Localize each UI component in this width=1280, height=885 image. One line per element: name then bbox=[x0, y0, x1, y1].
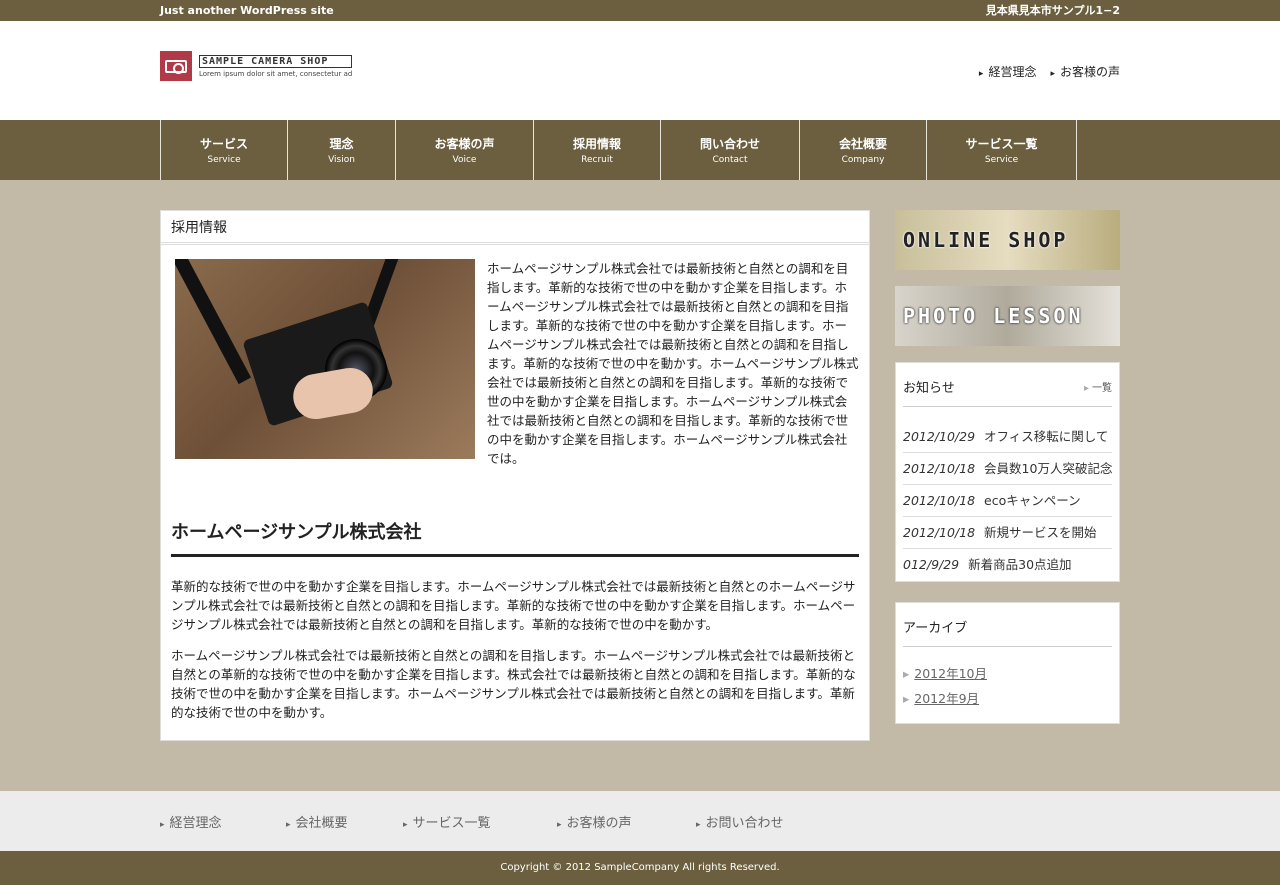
intro-text: ホームページサンプル株式会社では最新技術と自然との調和を目指します。革新的な技術… bbox=[487, 261, 859, 466]
logo-subtitle: Lorem ipsum dolor sit amet, consectetur … bbox=[199, 69, 353, 78]
news-title-text: オフィス移転に関して bbox=[984, 429, 1109, 444]
archive-title: アーカイブ bbox=[903, 621, 968, 636]
news-title-text: 新着商品30点追加 bbox=[968, 557, 1072, 572]
footer-link-company[interactable]: 会社概要 bbox=[286, 812, 403, 831]
nav-item-vision[interactable]: 理念 Vision bbox=[288, 120, 396, 180]
banner-label: ONLINE SHOP bbox=[903, 228, 1069, 252]
nav-label: サービス一覧 bbox=[965, 137, 1038, 151]
archive-link[interactable]: 2012年9月 bbox=[903, 686, 1112, 711]
news-item[interactable]: 2012/10/18 ecoキャンペーン bbox=[903, 485, 1112, 517]
nav-label: お客様の声 bbox=[434, 137, 495, 151]
banner-label: PHOTO LESSON bbox=[903, 304, 1084, 328]
news-date: 2012/10/18 bbox=[903, 461, 976, 476]
news-date: 2012/10/18 bbox=[903, 493, 976, 508]
copyright: Copyright © 2012 SampleCompany All right… bbox=[0, 851, 1280, 885]
photo-lesson-banner[interactable]: PHOTO LESSON bbox=[895, 286, 1120, 346]
site-logo[interactable]: SAMPLE CAMERA SHOP Lorem ipsum dolor sit… bbox=[160, 51, 353, 81]
section-title: ホームページサンプル株式会社 bbox=[171, 518, 859, 557]
nav-item-recruit[interactable]: 採用情報 Recruit bbox=[534, 120, 661, 180]
main-area: 採用情報 ホームページサンプル株式会社では最新技術と自然との調和を目指します。革… bbox=[160, 210, 1120, 791]
paragraph-2: ホームページサンプル株式会社では最新技術と自然との調和を目指します。ホームページ… bbox=[171, 648, 856, 720]
archive-link[interactable]: 2012年10月 bbox=[903, 661, 1112, 686]
news-more-link[interactable]: 一覧 bbox=[1084, 379, 1112, 394]
nav-item-voice[interactable]: お客様の声 Voice bbox=[396, 120, 534, 180]
nav-item-contact[interactable]: 問い合わせ Contact bbox=[661, 120, 800, 180]
nav-sublabel: Service bbox=[984, 155, 1019, 165]
nav-sublabel: Contact bbox=[712, 155, 748, 165]
news-item[interactable]: 2012/10/18 会員数10万人突破記念 bbox=[903, 453, 1112, 485]
nav-sublabel: Recruit bbox=[581, 155, 613, 165]
content-panel: 採用情報 ホームページサンプル株式会社では最新技術と自然との調和を目指します。革… bbox=[160, 210, 870, 741]
nav-item-company[interactable]: 会社概要 Company bbox=[800, 120, 927, 180]
news-item[interactable]: 2012/10/29 オフィス移転に関して bbox=[903, 421, 1112, 453]
nav-label: サービス bbox=[199, 137, 248, 151]
header-links: 経営理念 お客様の声 bbox=[979, 63, 1120, 80]
news-title-text: 新規サービスを開始 bbox=[984, 525, 1097, 540]
footer-link-philosophy[interactable]: 経営理念 bbox=[160, 812, 286, 831]
camera-icon bbox=[160, 51, 192, 81]
news-item[interactable]: 012/9/29 新着商品30点追加 bbox=[903, 549, 1112, 581]
news-item[interactable]: 2012/10/18 新規サービスを開始 bbox=[903, 517, 1112, 549]
news-title-text: 会員数10万人突破記念 bbox=[984, 461, 1113, 476]
nav-label: 会社概要 bbox=[838, 137, 887, 151]
sidebar: ONLINE SHOP PHOTO LESSON お知らせ 一覧 2012/10… bbox=[895, 210, 1120, 791]
archive-widget: アーカイブ 2012年10月 2012年9月 bbox=[895, 602, 1120, 724]
paragraph-1: 革新的な技術で世の中を動かす企業を目指します。ホームページサンプル株式会社では最… bbox=[171, 579, 856, 632]
footer-nav: 経営理念 会社概要 サービス一覧 お客様の声 お問い合わせ bbox=[0, 791, 1280, 851]
nav-item-service-list[interactable]: サービス一覧 Service bbox=[927, 120, 1077, 180]
header-link-philosophy[interactable]: 経営理念 bbox=[979, 63, 1036, 80]
page-title: 採用情報 bbox=[161, 211, 869, 245]
top-bar: Just another WordPress site 見本県見本市サンプル1−… bbox=[0, 0, 1280, 21]
site-header: SAMPLE CAMERA SHOP Lorem ipsum dolor sit… bbox=[0, 21, 1280, 120]
nav-label: 採用情報 bbox=[572, 137, 621, 151]
nav-item-service[interactable]: サービス Service bbox=[161, 120, 288, 180]
nav-sublabel: Voice bbox=[452, 155, 477, 165]
news-date: 2012/10/29 bbox=[903, 429, 976, 444]
camera-photo bbox=[175, 259, 475, 459]
news-title-text: ecoキャンペーン bbox=[984, 493, 1081, 508]
nav-label: 理念 bbox=[329, 137, 354, 151]
footer-link-service-list[interactable]: サービス一覧 bbox=[403, 812, 557, 831]
site-address: 見本県見本市サンプル1−2 bbox=[985, 4, 1120, 17]
site-tagline: Just another WordPress site bbox=[160, 4, 334, 17]
news-widget: お知らせ 一覧 2012/10/29 オフィス移転に関して 2012/10/18 会… bbox=[895, 362, 1120, 582]
online-shop-banner[interactable]: ONLINE SHOP bbox=[895, 210, 1120, 270]
nav-label: 問い合わせ bbox=[699, 137, 760, 151]
header-link-voice[interactable]: お客様の声 bbox=[1050, 63, 1120, 80]
news-title: お知らせ bbox=[903, 381, 955, 396]
news-date: 2012/10/18 bbox=[903, 525, 976, 540]
nav-sublabel: Vision bbox=[328, 155, 355, 165]
footer-link-contact[interactable]: お問い合わせ bbox=[696, 812, 822, 831]
footer-link-voice[interactable]: お客様の声 bbox=[557, 812, 696, 831]
global-nav: サービス Service 理念 Vision お客様の声 Voice 採用情報 Recr… bbox=[0, 120, 1280, 180]
logo-title: SAMPLE CAMERA SHOP bbox=[199, 54, 353, 68]
nav-sublabel: Company bbox=[841, 155, 885, 165]
nav-sublabel: Service bbox=[207, 155, 241, 165]
news-date: 012/9/29 bbox=[903, 557, 960, 572]
